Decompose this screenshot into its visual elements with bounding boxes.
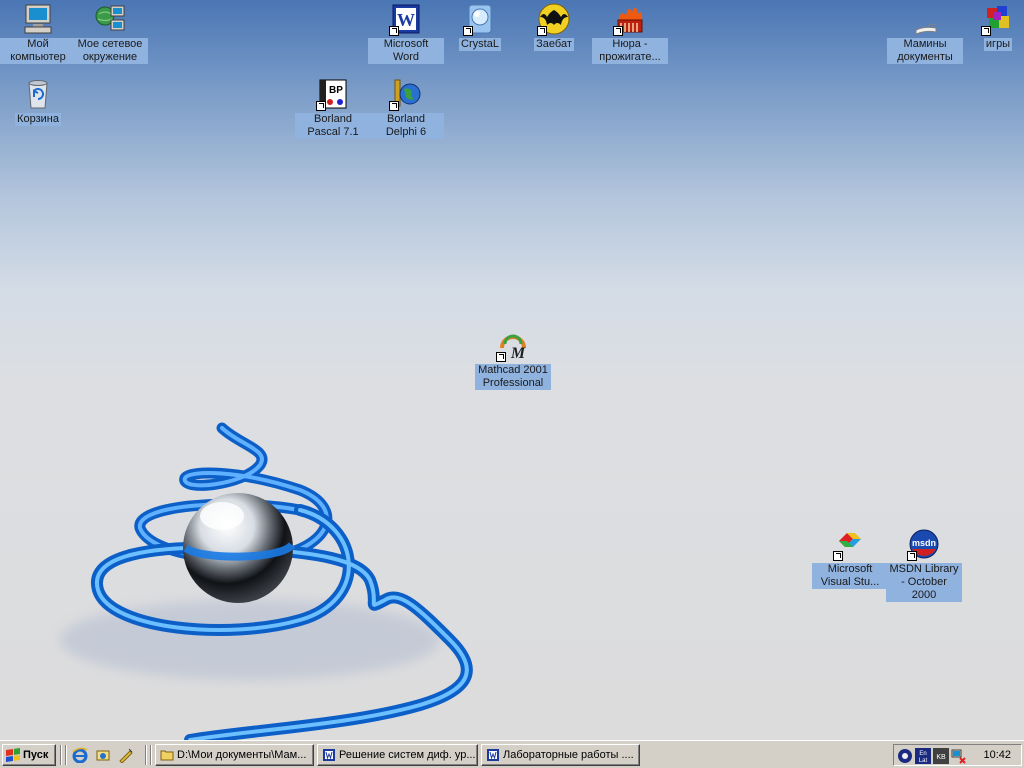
hand-folder-icon: [908, 2, 942, 36]
desktop-icon-nero[interactable]: Нюра - прожигате...: [592, 2, 668, 64]
desktop-icon-mathcad[interactable]: M Mathcad 2001 Professional: [475, 328, 551, 390]
desktop-icon-my-computer[interactable]: Мой компьютер: [0, 2, 76, 64]
shortcut-arrow-icon: [496, 352, 506, 362]
icon-label: Microsoft Visual Stu...: [812, 563, 888, 589]
desktop-icon-ms-word[interactable]: W Microsoft Word: [368, 2, 444, 64]
icon-label: Заебат: [534, 38, 574, 51]
icon-label: Mathcad 2001 Professional: [475, 364, 551, 390]
shortcut-arrow-icon: [537, 26, 547, 36]
shortcut-arrow-icon: [389, 101, 399, 111]
folder-icon: [160, 750, 174, 761]
clock[interactable]: 10:42: [983, 749, 1011, 761]
icon-label: Корзина: [15, 113, 61, 126]
outlook-express-icon[interactable]: [95, 747, 111, 763]
taskbar-separator: [65, 745, 67, 765]
start-button[interactable]: Пуск: [2, 744, 56, 766]
volume-icon[interactable]: [897, 748, 913, 764]
icon-label: Нюра - прожигате...: [592, 38, 668, 64]
bp-glyph: BP: [329, 85, 343, 96]
delphi-icon: [389, 77, 423, 111]
desktop-icon-mamina-docs[interactable]: Мамины документы: [887, 2, 963, 64]
network-disconnected-icon[interactable]: [951, 748, 967, 764]
icon-label: CrystaL: [459, 38, 501, 51]
icon-label: Мое сетевое окружение: [72, 38, 148, 64]
word-icon: W: [389, 2, 423, 36]
internet-explorer-icon[interactable]: [72, 747, 88, 763]
taskbar-separator: [145, 745, 147, 765]
task-button-folder[interactable]: D:\Мои документы\Мам...: [155, 744, 314, 766]
msdn-glyph: msdn: [912, 538, 936, 548]
mathcad-glyph: M: [510, 345, 526, 362]
bat-icon: [537, 2, 571, 36]
icon-label: MSDN Library - October 2000: [886, 563, 962, 602]
task-label: D:\Мои документы\Мам...: [177, 749, 307, 761]
keyboard-layout-icon[interactable]: KB: [933, 748, 949, 764]
shortcut-arrow-icon: [981, 26, 991, 36]
recycle-bin-icon: [21, 77, 55, 111]
shortcut-arrow-icon: [833, 551, 843, 561]
icon-label: Мой компьютер: [0, 38, 76, 64]
msdn-icon: msdn: [907, 527, 941, 561]
lat-text: Lat: [919, 758, 928, 764]
icon-label: Borland Delphi 6: [368, 113, 444, 139]
shortcut-arrow-icon: [613, 26, 623, 36]
start-label: Пуск: [23, 749, 49, 761]
games-icon: [981, 2, 1015, 36]
word-doc-icon: [323, 749, 335, 761]
language-indicator-icon[interactable]: EnLat: [915, 748, 931, 764]
taskbar-separator: [150, 745, 152, 765]
shortcut-arrow-icon: [907, 551, 917, 561]
task-button-word-doc-1[interactable]: Решение систем диф. ур...: [317, 744, 478, 766]
icon-label: Borland Pascal 7.1: [295, 113, 371, 139]
desktop-icon-games[interactable]: игры: [960, 2, 1024, 51]
shortcut-arrow-icon: [316, 101, 326, 111]
visual-studio-icon: [833, 527, 867, 561]
windows-logo-icon: [6, 748, 20, 762]
desktop-icon-msdn[interactable]: msdn MSDN Library - October 2000: [886, 527, 962, 602]
kb-text: KB: [936, 754, 946, 761]
shortcut-arrow-icon: [463, 26, 473, 36]
desktop-icon-network[interactable]: Мое сетевое окружение: [72, 2, 148, 64]
taskbar: Пуск D:\Мои документы\Мам... Решение сис…: [0, 740, 1024, 768]
system-tray: En Lat KB 10:42: [893, 744, 1022, 766]
computer-icon: [21, 2, 55, 36]
borland-pascal-icon: BP: [316, 77, 350, 111]
shortcut-arrow-icon: [389, 26, 399, 36]
task-label: Решение систем диф. ур...: [339, 749, 476, 761]
lang-text: En: [919, 751, 926, 757]
icon-label: Microsoft Word: [368, 38, 444, 64]
mathcad-icon: M: [496, 328, 530, 362]
task-label: Лабораторные работы ....: [503, 749, 634, 761]
desktop-icon-crystal[interactable]: CrystaL: [442, 2, 518, 51]
show-desktop-icon[interactable]: [118, 747, 134, 763]
nero-icon: [613, 2, 647, 36]
word-glyph: W: [397, 10, 415, 30]
desktop-icon-visual-studio[interactable]: Microsoft Visual Stu...: [812, 527, 888, 589]
icon-label: Мамины документы: [887, 38, 963, 64]
desktop-icon-recycle-bin[interactable]: Корзина: [0, 77, 76, 126]
network-icon: [93, 2, 127, 36]
desktop-icon-zaebat[interactable]: Заебат: [516, 2, 592, 51]
task-button-word-doc-2[interactable]: Лабораторные работы ....: [481, 744, 640, 766]
word-doc-icon: [487, 749, 499, 761]
desktop-icon-borland-delphi[interactable]: Borland Delphi 6: [368, 77, 444, 139]
crystal-icon: [463, 2, 497, 36]
icon-label: игры: [983, 38, 1013, 51]
taskbar-separator: [60, 745, 62, 765]
desktop-icon-borland-pascal[interactable]: BP Borland Pascal 7.1: [295, 77, 371, 139]
